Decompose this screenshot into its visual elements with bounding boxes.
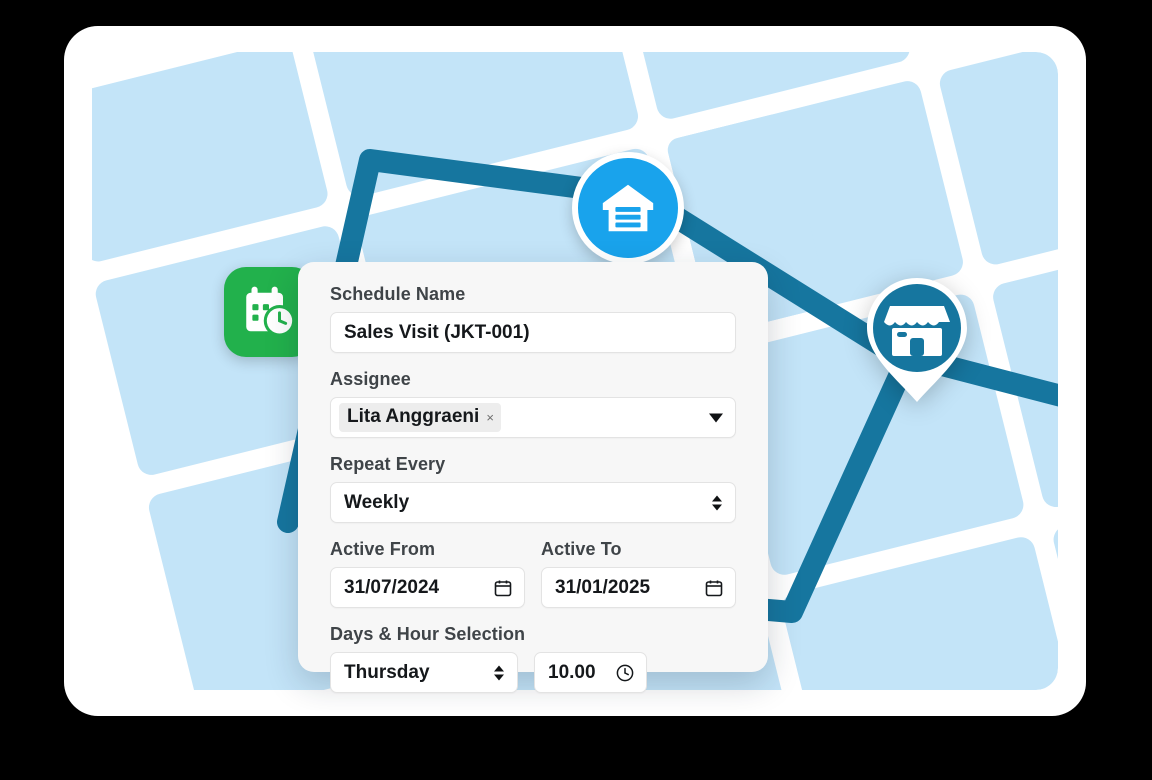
storefront-pin-icon [862,274,972,406]
assignee-chip: Lita Anggraeni × [339,403,501,432]
map-pin-warehouse[interactable] [572,152,684,264]
clock-icon[interactable] [615,663,635,683]
active-to-group: Active To 31/01/2025 [541,539,736,608]
active-from-value: 31/07/2024 [344,577,439,599]
days-hour-row: Thursday 10.00 [330,652,736,693]
select-spinner-icon[interactable] [494,665,504,680]
schedule-name-label: Schedule Name [330,284,736,305]
calendar-clock-icon [241,284,297,340]
screenshot-stage: Schedule Name Sales Visit (JKT-001) Assi… [0,0,1152,780]
active-from-input[interactable]: 31/07/2024 [330,567,525,608]
active-from-label: Active From [330,539,525,560]
schedule-name-input[interactable]: Sales Visit (JKT-001) [330,312,736,353]
select-spinner-icon[interactable] [712,495,722,510]
active-from-group: Active From 31/07/2024 [330,539,525,608]
map-pin-store[interactable] [862,274,972,406]
day-value: Thursday [344,662,430,684]
time-input[interactable]: 10.00 [534,652,647,693]
active-to-input[interactable]: 31/01/2025 [541,567,736,608]
calendar-icon[interactable] [493,578,513,598]
assignee-multiselect[interactable]: Lita Anggraeni × [330,397,736,438]
repeat-every-label: Repeat Every [330,454,736,475]
assignee-chip-remove-icon[interactable]: × [486,411,494,424]
warehouse-icon [597,177,659,239]
repeat-every-select[interactable]: Weekly [330,482,736,523]
time-value: 10.00 [548,662,596,684]
repeat-every-value: Weekly [344,492,409,514]
chevron-down-icon[interactable] [709,413,723,422]
device-card: Schedule Name Sales Visit (JKT-001) Assi… [64,26,1086,716]
active-to-label: Active To [541,539,736,560]
schedule-form-panel: Schedule Name Sales Visit (JKT-001) Assi… [298,262,768,672]
assignee-chip-label: Lita Anggraeni [347,406,479,428]
active-date-range-row: Active From 31/07/2024 Active To [330,539,736,608]
days-hour-label: Days & Hour Selection [330,624,736,645]
calendar-icon[interactable] [704,578,724,598]
day-select[interactable]: Thursday [330,652,518,693]
assignee-label: Assignee [330,369,736,390]
active-to-value: 31/01/2025 [555,577,650,599]
